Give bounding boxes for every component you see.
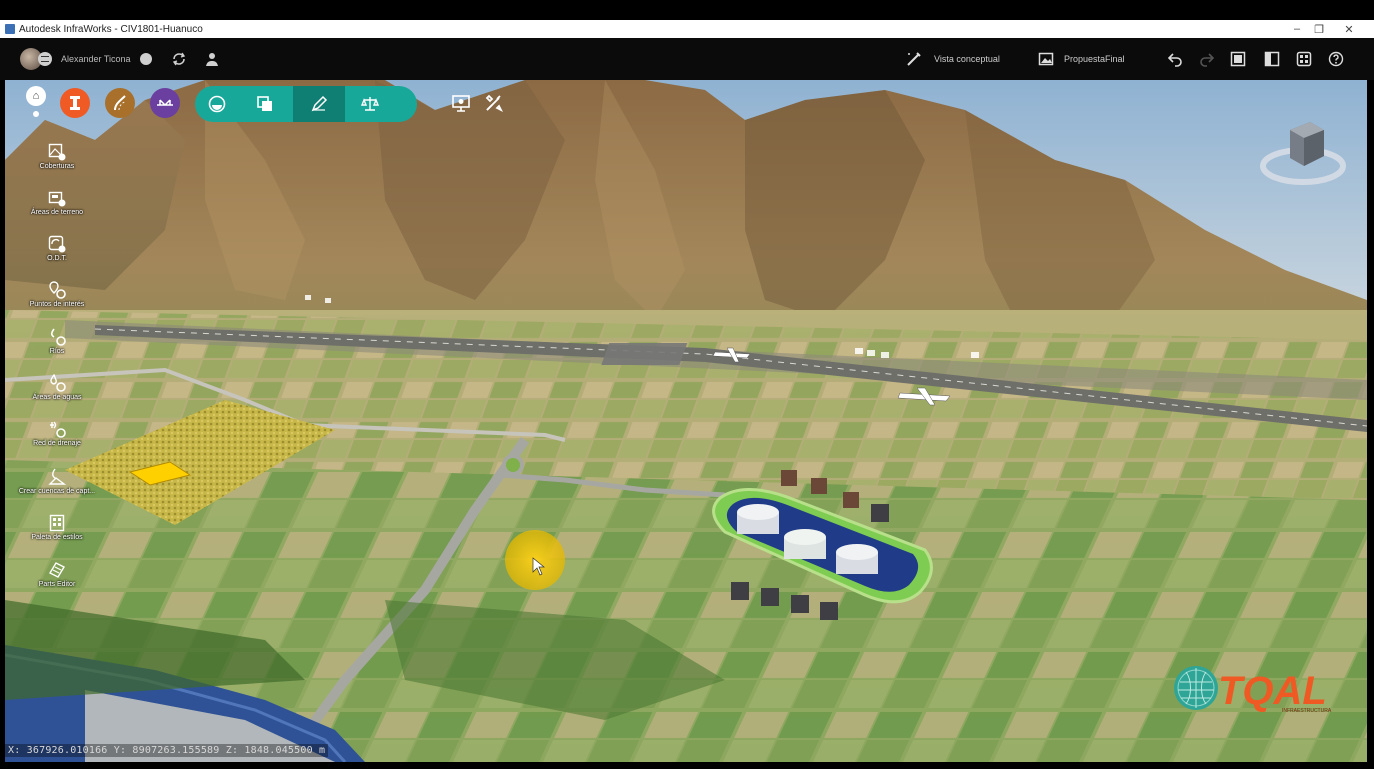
coverage-icon — [48, 143, 66, 161]
sidebar-item-label: Áreas de aguas — [32, 394, 82, 401]
bridges-button[interactable] — [150, 88, 180, 118]
viewcube[interactable] — [1258, 118, 1348, 190]
undo-icon[interactable] — [1167, 38, 1183, 80]
sidebar-item-label: Paleta de estilos — [31, 534, 83, 541]
terrain-scene — [5, 80, 1367, 762]
sidebar-item-label: Red de drenaje — [33, 440, 81, 447]
terrain-area-icon — [48, 189, 66, 207]
sidebar-item-label: Puntos de interés — [29, 301, 85, 308]
sidebar-item-rios[interactable]: Ríos — [14, 328, 100, 355]
sidebar-item-label: Coberturas — [39, 163, 75, 170]
proposal-label[interactable]: PropuestaFinal — [1064, 38, 1125, 80]
model-properties-icon[interactable] — [1230, 38, 1246, 80]
poi-icon — [48, 281, 66, 299]
presentation-icon[interactable] — [448, 90, 474, 116]
company-logo: TQAL INFRAESTRUCTURA — [1172, 660, 1352, 716]
dashboard-icon[interactable] — [1296, 38, 1312, 80]
sidebar-item-puntos-interes[interactable]: Puntos de interés — [14, 281, 100, 308]
sidebar-item-paleta-estilos[interactable]: Paleta de estilos — [14, 514, 100, 541]
3d-model-viewport[interactable] — [5, 80, 1367, 762]
parts-editor-icon — [48, 561, 66, 579]
restore-button[interactable]: ❐ — [1305, 20, 1333, 38]
sidebar-item-label: Ríos — [49, 348, 65, 355]
bottom-black-strip — [0, 762, 1374, 769]
sync-icon[interactable] — [171, 38, 187, 80]
window-titlebar: Autodesk InfraWorks - CIV1801-Huanuco – … — [0, 20, 1374, 38]
sidebar-item-coberturas[interactable]: Coberturas — [14, 143, 100, 170]
watershed-icon — [48, 468, 66, 486]
panel-toggle-icon[interactable] — [1264, 38, 1280, 80]
sidebar-item-label: Áreas de terreno — [30, 209, 84, 216]
main-toolbar — [195, 86, 417, 122]
status-icon[interactable] — [139, 38, 153, 80]
visual-style-icon[interactable] — [905, 38, 923, 80]
sidebar-item-parts-editor[interactable]: Parts Editor — [14, 561, 100, 588]
gear-icon[interactable] — [33, 111, 39, 117]
sidebar-item-label: Parts Editor — [38, 581, 76, 588]
sidebar-item-areas-terreno[interactable]: Áreas de terreno — [14, 189, 100, 216]
sidebar-item-label: O.D.T. — [47, 255, 67, 262]
layers-icon[interactable] — [245, 86, 285, 122]
sidebar-item-label: Crear cuencas de capt... — [18, 488, 96, 495]
proposal-icon[interactable] — [1038, 38, 1054, 80]
roads-button[interactable] — [105, 88, 135, 118]
redo-icon[interactable] — [1199, 38, 1215, 80]
logo-subtext: INFRAESTRUCTURA — [1282, 708, 1332, 714]
menu-icon[interactable] — [38, 52, 52, 66]
balance-icon[interactable] — [350, 86, 390, 122]
account-icon[interactable] — [204, 38, 220, 80]
close-button[interactable]: ✕ — [1335, 20, 1363, 38]
river-icon — [48, 328, 66, 346]
water-area-icon — [48, 374, 66, 392]
tools-icon[interactable] — [481, 90, 507, 116]
logo-text: TQAL — [1218, 669, 1327, 713]
odt-icon — [48, 235, 66, 253]
create-icon[interactable] — [293, 86, 345, 122]
user-menu[interactable] — [20, 38, 52, 80]
drainage-icon — [48, 420, 66, 438]
app-header: Alexander Ticona Vista conceptual Propue… — [0, 38, 1374, 80]
window-title: Autodesk InfraWorks - CIV1801-Huanuco — [19, 23, 203, 35]
sidebar-item-areas-aguas[interactable]: Áreas de aguas — [14, 374, 100, 401]
coordinate-readout: X: 367926.010166 Y: 8907263.155589 Z: 18… — [5, 744, 329, 757]
sidebar-item-crear-cuencas[interactable]: Crear cuencas de capt... — [8, 468, 106, 495]
help-icon[interactable] — [1328, 38, 1344, 80]
analyze-icon[interactable] — [197, 86, 237, 122]
user-name: Alexander Ticona — [61, 54, 131, 64]
top-black-strip — [0, 0, 1374, 20]
sidebar-item-odt[interactable]: O.D.T. — [14, 235, 100, 262]
visual-style-label[interactable]: Vista conceptual — [934, 38, 1000, 80]
app-icon — [5, 24, 15, 34]
infrastructure-button[interactable] — [60, 88, 90, 118]
style-palette-icon — [48, 514, 66, 532]
sidebar-item-red-drenaje[interactable]: Red de drenaje — [14, 420, 100, 447]
home-icon[interactable]: ⌂ — [26, 86, 46, 106]
